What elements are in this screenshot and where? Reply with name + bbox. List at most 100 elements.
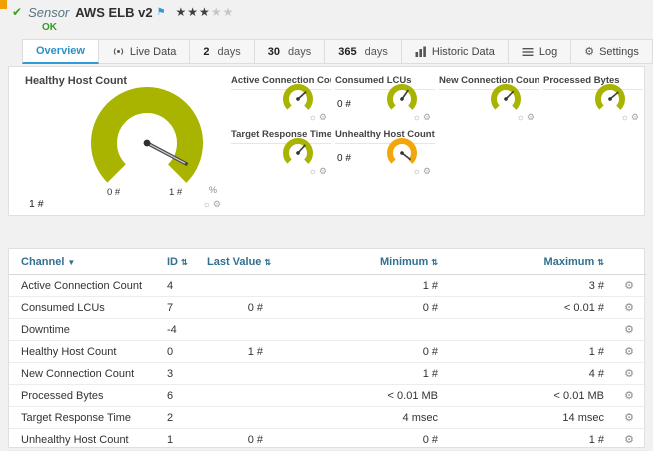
column-header-maximum[interactable]: Maximum ⇅ — [446, 249, 612, 275]
live-data-icon — [112, 46, 125, 57]
sun-icon: ☼ — [620, 112, 631, 122]
tab-historic-data[interactable]: Historic Data — [401, 39, 509, 64]
gauge-cell-processed-bytes: Processed Bytes ☼⚙ — [543, 73, 643, 125]
sun-icon: ☼ — [308, 112, 319, 122]
channel-name: Target Response Time — [9, 406, 159, 429]
gear-icon: ⚙ — [630, 112, 641, 122]
gauge-option-icons[interactable]: ☼⚙ — [203, 199, 223, 210]
column-header-channel[interactable]: Channel ▼ — [9, 249, 159, 275]
channel-id: 1 — [159, 428, 199, 451]
channel-id: 6 — [159, 384, 199, 407]
gauge-scale-min: 0 # — [107, 187, 121, 198]
gauge-option-icons[interactable]: ☼⚙ — [413, 112, 433, 123]
channel-id: 3 — [159, 362, 199, 385]
channel-settings-icon[interactable]: ⚙ — [612, 406, 646, 429]
table-header-row: Channel ▼ ID ⇅ Last Value ⇅ Minimum ⇅ Maximu… — [9, 249, 646, 275]
channel-settings-icon[interactable]: ⚙ — [612, 274, 646, 297]
status-badge: OK — [42, 22, 57, 33]
channel-maximum — [446, 318, 612, 341]
tab-label: Overview — [36, 45, 85, 57]
gauge-option-icons[interactable]: ☼⚙ — [621, 112, 641, 123]
tab-label: Settings — [599, 45, 639, 58]
tab-365-days[interactable]: 365 days — [325, 39, 402, 64]
channel-last-value: 0 # — [199, 296, 271, 319]
gauge-option-icons[interactable]: ☼⚙ — [413, 166, 433, 177]
gauge-needle — [608, 91, 619, 101]
tab-30-days[interactable]: 30 days — [254, 39, 326, 64]
channel-settings-icon[interactable]: ⚙ — [612, 296, 646, 319]
channel-minimum: 0 # — [271, 296, 446, 319]
column-header-minimum[interactable]: Minimum ⇅ — [271, 249, 446, 275]
corner-accent — [0, 0, 7, 9]
channel-gauge[interactable] — [593, 82, 627, 116]
channel-settings-icon[interactable]: ⚙ — [612, 340, 646, 363]
channel-name: Active Connection Count — [9, 274, 159, 297]
column-header-id[interactable]: ID ⇅ — [159, 249, 199, 275]
tab-label: Historic Data — [431, 45, 495, 58]
channel-settings-icon[interactable]: ⚙ — [612, 428, 646, 451]
gear-icon: ⚙ — [318, 112, 329, 122]
tab-2-days[interactable]: 2 days — [190, 39, 255, 64]
channel-settings-icon[interactable]: ⚙ — [612, 362, 646, 385]
gauge-current-value: 0 # — [337, 99, 351, 110]
channel-settings-icon[interactable]: ⚙ — [612, 384, 646, 407]
channel-maximum: < 0.01 MB — [446, 384, 612, 407]
channel-id: 4 — [159, 274, 199, 297]
sun-icon: ☼ — [412, 112, 423, 122]
small-gauges-grid: Active Connection Count ☼⚙ Consumed LCUs… — [231, 73, 643, 179]
object-kind-label: Sensor — [28, 5, 70, 20]
gear-icon: ⚙ — [212, 199, 223, 209]
channel-table: Channel ▼ ID ⇅ Last Value ⇅ Minimum ⇅ Maximu… — [9, 249, 646, 451]
channel-maximum: 3 # — [446, 274, 612, 297]
sort-icon: ⇅ — [597, 258, 604, 267]
table-row: Processed Bytes 6 < 0.01 MB < 0.01 MB ⚙ — [9, 384, 646, 407]
column-header-actions — [612, 249, 646, 275]
gauge-needle — [296, 91, 307, 101]
tab-label-unit: days — [364, 45, 388, 58]
gauge-option-icons[interactable]: ☼⚙ — [309, 166, 329, 177]
channel-maximum: 14 msec — [446, 406, 612, 429]
sun-icon: ☼ — [412, 166, 423, 176]
tab-overview[interactable]: Overview — [22, 39, 99, 64]
sun-icon: ☼ — [308, 166, 319, 176]
gauge-current-value: 1 # — [29, 198, 44, 210]
historic-data-icon — [415, 46, 427, 57]
healthy-host-count-gauge[interactable] — [89, 85, 205, 201]
channel-last-value — [199, 362, 271, 385]
gear-icon: ⚙ — [422, 112, 433, 122]
channel-id: -4 — [159, 318, 199, 341]
channel-maximum: < 0.01 # — [446, 296, 612, 319]
channel-last-value — [199, 384, 271, 407]
channel-gauge[interactable] — [281, 136, 315, 170]
channel-gauge[interactable] — [281, 82, 315, 116]
page-title: AWS ELB v2 — [75, 5, 153, 20]
gauge-unit-label: % — [208, 185, 217, 195]
tab-live-data[interactable]: Live Data — [98, 39, 191, 64]
table-row: Unhealthy Host Count 1 0 # 0 # 1 # ⚙ — [9, 428, 646, 451]
stars-empty: ★★ — [210, 5, 235, 19]
sort-icon: ⇅ — [264, 258, 272, 267]
gear-icon: ⚙ — [318, 166, 329, 176]
gauge-scale-max: 1 # — [169, 187, 183, 198]
channel-name: New Connection Count — [9, 362, 159, 385]
channel-maximum: 1 # — [446, 428, 612, 451]
sort-icon: ⇅ — [431, 258, 438, 267]
channel-id: 0 — [159, 340, 199, 363]
priority-stars[interactable]: ★★★★★ — [176, 5, 235, 20]
channel-gauge[interactable] — [489, 82, 523, 116]
sun-icon: ☼ — [202, 199, 213, 209]
gauge-option-icons[interactable]: ☼⚙ — [309, 112, 329, 123]
channel-last-value: 0 # — [199, 428, 271, 451]
channel-last-value — [199, 406, 271, 429]
channel-settings-icon[interactable]: ⚙ — [612, 318, 646, 341]
channel-gauge[interactable] — [385, 136, 419, 170]
tab-bar: Overview Live Data 2 days 30 days 365 days … — [22, 39, 653, 64]
gauge-option-icons[interactable]: ☼⚙ — [517, 112, 537, 123]
channel-id: 7 — [159, 296, 199, 319]
tab-settings[interactable]: ⚙ Settings — [571, 39, 653, 64]
channel-name: Downtime — [9, 318, 159, 341]
tab-log[interactable]: Log — [508, 39, 572, 64]
gauge-needle — [400, 89, 409, 101]
column-header-last-value[interactable]: Last Value ⇅ — [199, 249, 271, 275]
channel-gauge[interactable] — [385, 82, 419, 116]
